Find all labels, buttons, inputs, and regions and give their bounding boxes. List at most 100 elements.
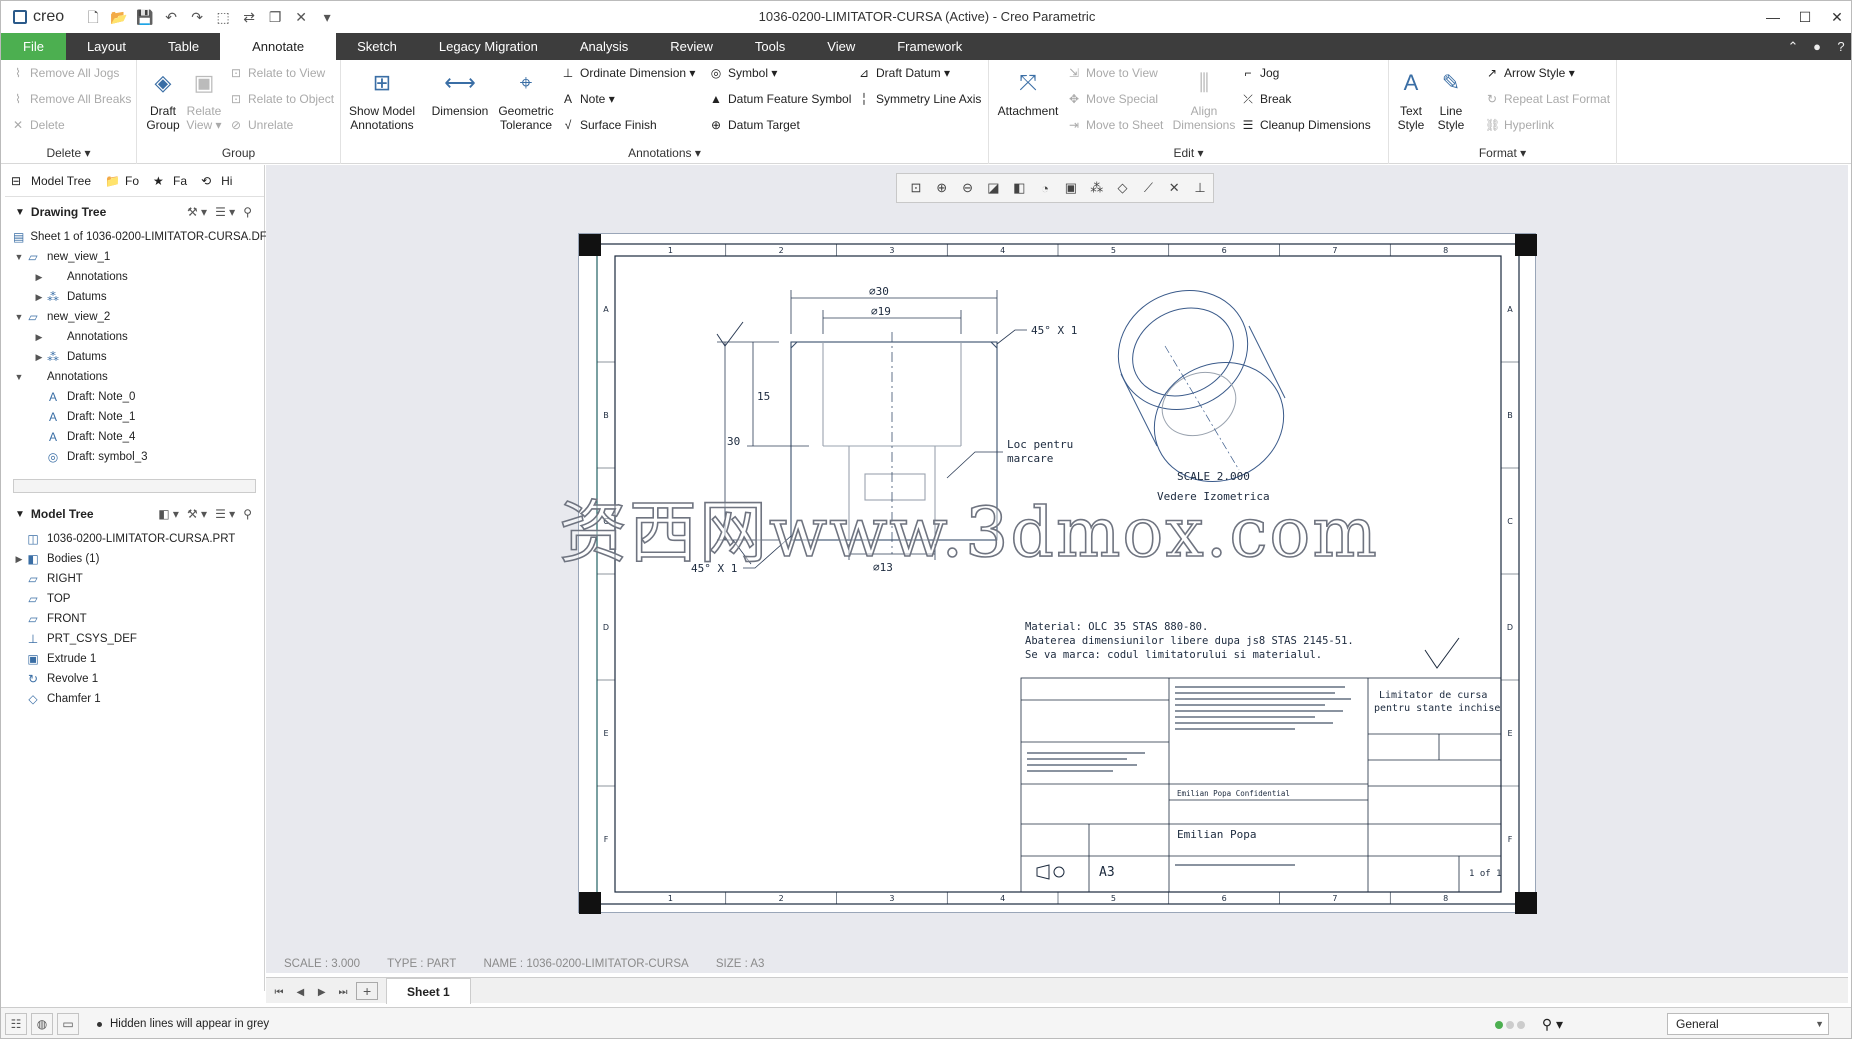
tree-item[interactable]: ↻ Revolve 1 xyxy=(5,669,264,689)
collapse-ribbon-icon[interactable]: ⌃ xyxy=(1781,33,1805,60)
expand-toggle-icon[interactable]: ▶ xyxy=(33,327,45,347)
tree-item[interactable]: ▶ ⁂ Datums xyxy=(5,287,264,307)
model-filter-icon[interactable]: ⚲ xyxy=(243,507,252,521)
tab-legacy-migration[interactable]: Legacy Migration xyxy=(418,33,559,60)
tree-item[interactable]: ▶ ⁂ Datums xyxy=(5,347,264,367)
tree-item[interactable]: ▶ ◧ Bodies (1) xyxy=(5,549,264,569)
remove-all-breaks-button[interactable]: ⌇ Remove All Breaks xyxy=(11,92,131,106)
tab-sketch[interactable]: Sketch xyxy=(336,33,418,60)
refit-icon[interactable]: ⊡ xyxy=(903,180,929,196)
show-model-annotations-button[interactable]: ⊞ Show Model Annotations xyxy=(345,66,419,132)
show-browser-icon[interactable]: ◍ xyxy=(31,1013,53,1035)
maximize-icon[interactable]: ☐ xyxy=(1789,1,1821,33)
tree-item[interactable]: ▱ FRONT xyxy=(5,609,264,629)
tree-item[interactable]: ◫ 1036-0200-LIMITATOR-CURSA.PRT xyxy=(5,529,264,549)
zoom-out-icon[interactable]: ⊖ xyxy=(955,180,981,196)
edit-group-label[interactable]: Edit ▾ xyxy=(989,146,1388,160)
display-style-icon[interactable]: ◧ xyxy=(1006,180,1032,196)
symbol-button[interactable]: ◎ Symbol ▾ xyxy=(709,66,778,80)
tree-item[interactable]: A Draft: Note_0 xyxy=(5,387,264,407)
tree-item[interactable]: ▱ RIGHT xyxy=(5,569,264,589)
zoom-in-icon[interactable]: ⊕ xyxy=(929,180,955,196)
prev-sheet-icon[interactable]: ◀ xyxy=(291,987,309,998)
tab-annotate[interactable]: Annotate xyxy=(220,33,337,60)
tab-tools[interactable]: Tools xyxy=(734,33,806,60)
model-settings-icon[interactable]: ⚒ ▾ xyxy=(187,507,207,521)
new-file-icon[interactable]: 🗋 xyxy=(83,7,103,27)
move-to-view-button[interactable]: ⇲ Move to View xyxy=(1067,66,1158,80)
datum-feature-symbol-button[interactable]: ▲ Datum Feature Symbol xyxy=(709,92,851,106)
next-sheet-icon[interactable]: ▶ xyxy=(313,987,331,998)
attachment-button[interactable]: ⤧ Attachment xyxy=(995,66,1061,118)
tab-table[interactable]: Table xyxy=(147,33,220,60)
tab-layout[interactable]: Layout xyxy=(66,33,147,60)
relate-to-object-button[interactable]: ⊡ Relate to Object xyxy=(229,92,334,106)
find-icon[interactable]: ⚲ ▾ xyxy=(1542,1016,1563,1033)
expand-toggle-icon[interactable]: ▼ xyxy=(13,307,25,327)
last-sheet-icon[interactable]: ⏭ xyxy=(334,987,352,998)
tree-item[interactable]: ▶ Annotations xyxy=(5,267,264,287)
tree-item[interactable]: ▶ Annotations xyxy=(5,327,264,347)
tree-columns-icon[interactable]: ☰ ▾ xyxy=(215,205,235,219)
move-to-sheet-button[interactable]: ⇥ Move to Sheet xyxy=(1067,118,1163,132)
tab-view[interactable]: View xyxy=(806,33,876,60)
windows-icon[interactable]: ❐ xyxy=(265,7,285,27)
model-display-icon[interactable]: ◧ ▾ xyxy=(158,507,179,521)
first-sheet-icon[interactable]: ⏮ xyxy=(270,987,288,998)
arrow-style-button[interactable]: ↗ Arrow Style ▾ xyxy=(1485,66,1575,80)
graphics-area[interactable]: ⊡ ⊕ ⊖ ◪ ◧ ◔ ▣ ⁂ ◇ ⟋ ✕ ⊥ 1 1 2 2 3 3 4 4 … xyxy=(266,165,1848,973)
select-box-icon[interactable]: ⬚ xyxy=(213,7,233,27)
save-icon[interactable]: 💾 xyxy=(135,7,155,27)
datum-target-button[interactable]: ⊕ Datum Target xyxy=(709,118,800,132)
ordinate-dimension-button[interactable]: ⊥ Ordinate Dimension ▾ xyxy=(561,66,696,80)
line-style-button[interactable]: ✎ Line Style xyxy=(1431,66,1471,132)
expand-toggle-icon[interactable]: ▼ xyxy=(13,247,25,267)
horizontal-scrollbar[interactable] xyxy=(13,479,256,493)
tree-item[interactable]: ▼ ▱ new_view_2 xyxy=(5,307,264,327)
redo-icon[interactable]: ↷ xyxy=(187,7,207,27)
repeat-last-format-button[interactable]: ↻ Repeat Last Format xyxy=(1485,92,1610,106)
close-icon[interactable]: ✕ xyxy=(1821,1,1851,33)
collapse-drawing-tree-icon[interactable]: ▼ xyxy=(15,207,25,218)
account-icon[interactable]: ● xyxy=(1805,33,1829,60)
show-navigator-icon[interactable]: ☷ xyxy=(5,1013,27,1035)
expand-toggle-icon[interactable]: ▶ xyxy=(33,347,45,367)
draft-group-button[interactable]: ◈ Draft Group xyxy=(141,66,185,132)
break-button[interactable]: ⤫ Break xyxy=(1241,92,1291,106)
cleanup-dimensions-button[interactable]: ☰ Cleanup Dimensions xyxy=(1241,118,1371,132)
close-window-icon[interactable]: ✕ xyxy=(291,7,311,27)
selection-filter[interactable]: General ▼ xyxy=(1667,1013,1829,1035)
collapse-model-tree-icon[interactable]: ▼ xyxy=(15,509,25,520)
plane-display-icon[interactable]: ◇ xyxy=(1110,180,1136,196)
model-columns-icon[interactable]: ☰ ▾ xyxy=(215,507,235,521)
expand-toggle-icon[interactable]: ▶ xyxy=(33,267,45,287)
jog-button[interactable]: ⌐ Jog xyxy=(1241,66,1279,80)
repaint-icon[interactable]: ◪ xyxy=(980,180,1006,196)
saved-views-icon[interactable]: ◔ xyxy=(1032,181,1058,196)
tree-item[interactable]: A Draft: Note_4 xyxy=(5,427,264,447)
tree-item[interactable]: A Draft: Note_1 xyxy=(5,407,264,427)
relate-to-view-button[interactable]: ⊡ Relate to View xyxy=(229,66,325,80)
move-special-button[interactable]: ✥ Move Special xyxy=(1067,92,1158,106)
sheet-tab[interactable]: Sheet 1 xyxy=(386,977,471,1004)
format-group-label[interactable]: Format ▾ xyxy=(1389,146,1616,160)
tree-item[interactable]: ▱ TOP xyxy=(5,589,264,609)
dimension-button[interactable]: ⟷ Dimension xyxy=(427,66,493,118)
expand-toggle-icon[interactable]: ▶ xyxy=(33,287,45,307)
remove-all-jogs-button[interactable]: ⌇ Remove All Jogs xyxy=(11,66,119,80)
tree-item[interactable]: ◎ Draft: symbol_3 xyxy=(5,447,264,467)
tab-review[interactable]: Review xyxy=(649,33,734,60)
hyperlink-button[interactable]: ⛓ Hyperlink xyxy=(1485,118,1554,132)
tree-item[interactable]: ⊥ PRT_CSYS_DEF xyxy=(5,629,264,649)
tab-file[interactable]: File xyxy=(1,33,66,60)
csys-display-icon[interactable]: ⊥ xyxy=(1187,180,1213,196)
align-dimensions-button[interactable]: ⫼ Align Dimensions xyxy=(1169,66,1239,132)
tree-item[interactable]: ▼ Annotations xyxy=(5,367,264,387)
customize-icon[interactable]: ▾ xyxy=(317,7,337,27)
symmetry-line-axis-button[interactable]: ╎ Symmetry Line Axis xyxy=(857,92,981,106)
tree-filter-icon[interactable]: ⚲ xyxy=(243,205,252,219)
tree-item[interactable]: ◇ Chamfer 1 xyxy=(5,689,264,709)
tab-model-tree[interactable]: ⊟ Model Tree xyxy=(11,174,91,188)
expand-toggle-icon[interactable]: ▼ xyxy=(13,367,25,387)
help-icon[interactable]: ? xyxy=(1829,33,1851,60)
